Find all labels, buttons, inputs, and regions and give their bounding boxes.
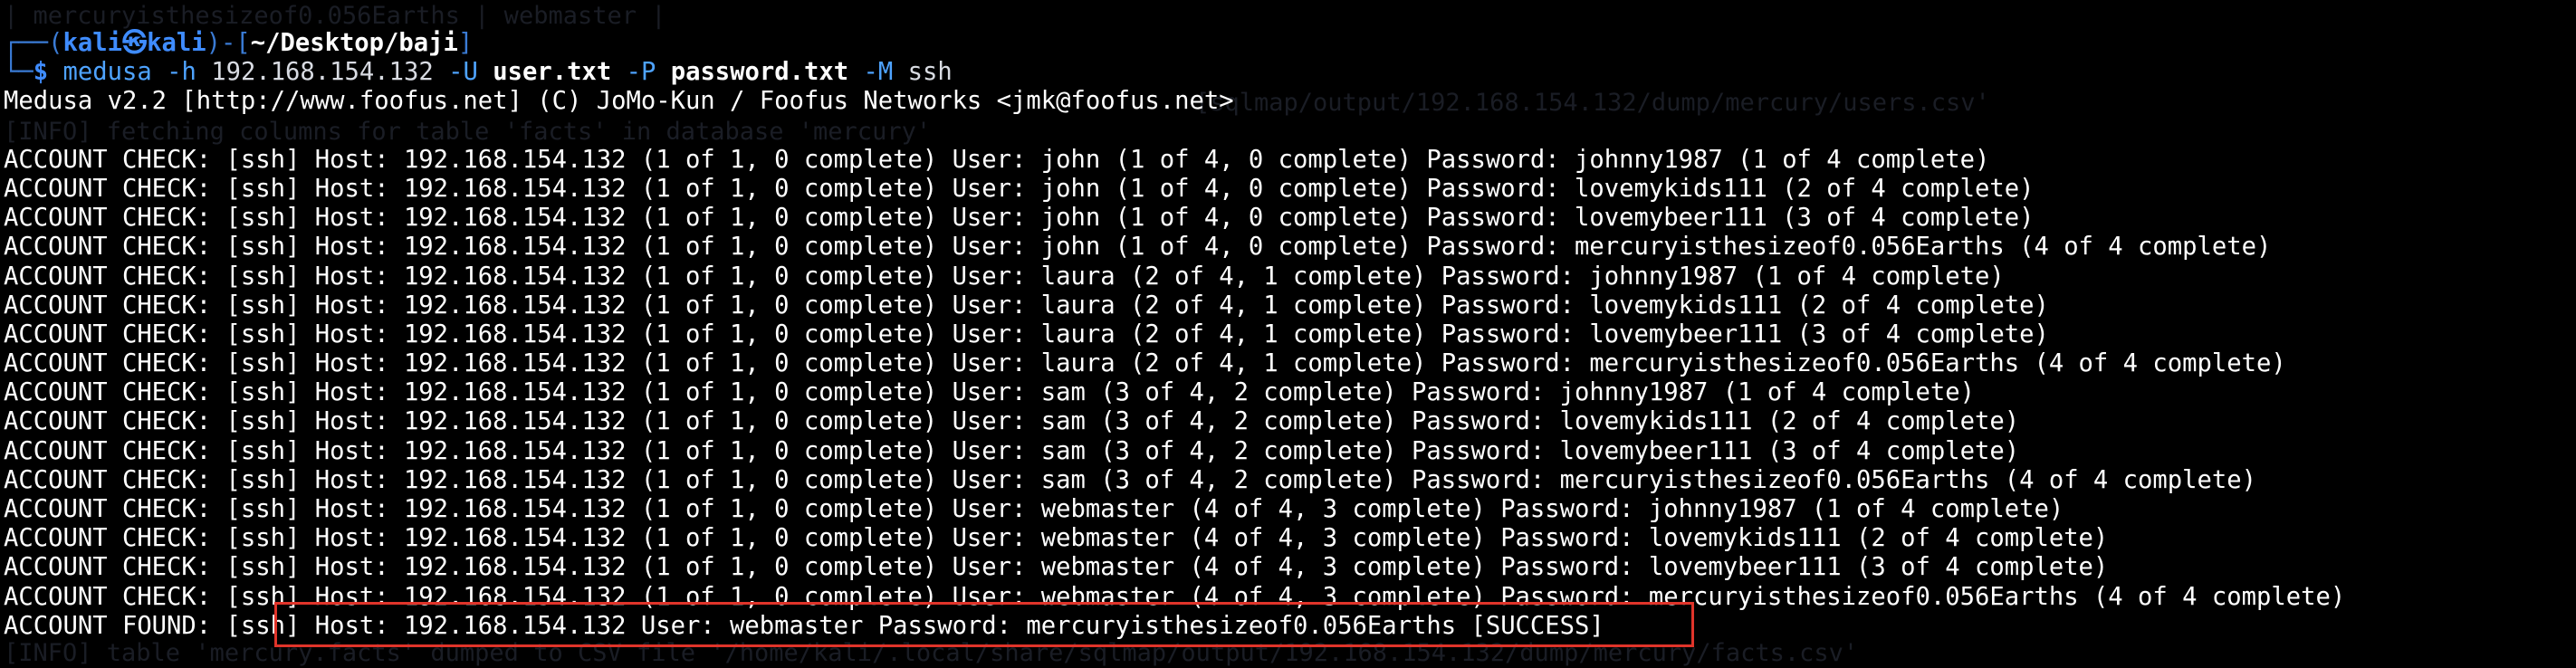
command-flag-p: -P — [626, 58, 656, 87]
account-check-line: ACCOUNT CHECK: [ssh] Host: 192.168.154.1… — [4, 524, 2109, 553]
prompt-corner-top: ┌──( — [4, 29, 63, 57]
account-check-line: ACCOUNT CHECK: [ssh] Host: 192.168.154.1… — [4, 291, 2049, 320]
prompt-end-bracket: ] — [457, 29, 474, 57]
account-check-line: ACCOUNT CHECK: [ssh] Host: 192.168.154.1… — [4, 378, 1975, 407]
command-pass-file: password.txt — [670, 58, 849, 87]
account-check-line: ACCOUNT CHECK: [ssh] Host: 192.168.154.1… — [4, 495, 2064, 523]
prompt-separator: )-[ — [206, 29, 251, 57]
account-check-line: ACCOUNT CHECK: [ssh] Host: 192.168.154.1… — [4, 262, 2005, 291]
account-check-line: ACCOUNT CHECK: [ssh] Host: 192.168.154.1… — [4, 465, 2256, 494]
prompt-dollar: $ — [33, 58, 49, 87]
command-module: ssh — [907, 58, 953, 87]
account-check-line: ACCOUNT CHECK: [ssh] Host: 192.168.154.1… — [4, 553, 2109, 582]
prompt-directory: ~/Desktop/baji — [250, 29, 458, 57]
command-host: 192.168.154.132 — [211, 58, 434, 87]
account-check-line: ACCOUNT CHECK: [ssh] Host: 192.168.154.1… — [4, 320, 2049, 348]
terminal-output: ┌──(kali㉿kali)-[~/Desktop/baji] └─$ medu… — [4, 29, 2573, 641]
account-check-line: ACCOUNT CHECK: [ssh] Host: 192.168.154.1… — [4, 436, 2020, 465]
ghost-line: [INFO] table 'mercury.facts' dumped to C… — [4, 639, 1859, 667]
account-check-line: ACCOUNT CHECK: [ssh] Host: 192.168.154.1… — [4, 582, 2346, 611]
prompt-corner-bottom: └─ — [4, 58, 34, 87]
prompt-user-host: kali㉿kali — [62, 29, 206, 57]
account-found-line: ACCOUNT FOUND: [ssh] Host: 192.168.154.1… — [4, 611, 1604, 640]
command-name: medusa — [62, 58, 152, 87]
account-check-line: ACCOUNT CHECK: [ssh] Host: 192.168.154.1… — [4, 407, 2020, 436]
command-line[interactable]: └─$ medusa -h 192.168.154.132 -U user.tx… — [4, 58, 2573, 87]
medusa-banner: Medusa v2.2 [http://www.foofus.net] (C) … — [4, 87, 1234, 116]
prompt-header: ┌──(kali㉿kali)-[~/Desktop/baji] — [4, 29, 2573, 58]
account-check-line: ACCOUNT CHECK: [ssh] Host: 192.168.154.1… — [4, 349, 2286, 378]
account-check-line: ACCOUNT CHECK: [ssh] Host: 192.168.154.1… — [4, 174, 2035, 203]
terminal-window[interactable]: | mercuryisthesizeof0.056Earths | webmas… — [0, 0, 2576, 668]
command-flag-m: -M — [863, 58, 894, 87]
account-check-line: ACCOUNT CHECK: [ssh] Host: 192.168.154.1… — [4, 145, 1990, 174]
command-user-file: user.txt — [493, 58, 612, 87]
ghost-line: | mercuryisthesizeof0.056Earths | webmas… — [4, 2, 666, 30]
command-flag-u: -U — [448, 58, 478, 87]
account-check-line: ACCOUNT CHECK: [ssh] Host: 192.168.154.1… — [4, 204, 2035, 233]
account-check-line: ACCOUNT CHECK: [ssh] Host: 192.168.154.1… — [4, 233, 2272, 262]
command-flag-h: -h — [167, 58, 196, 87]
